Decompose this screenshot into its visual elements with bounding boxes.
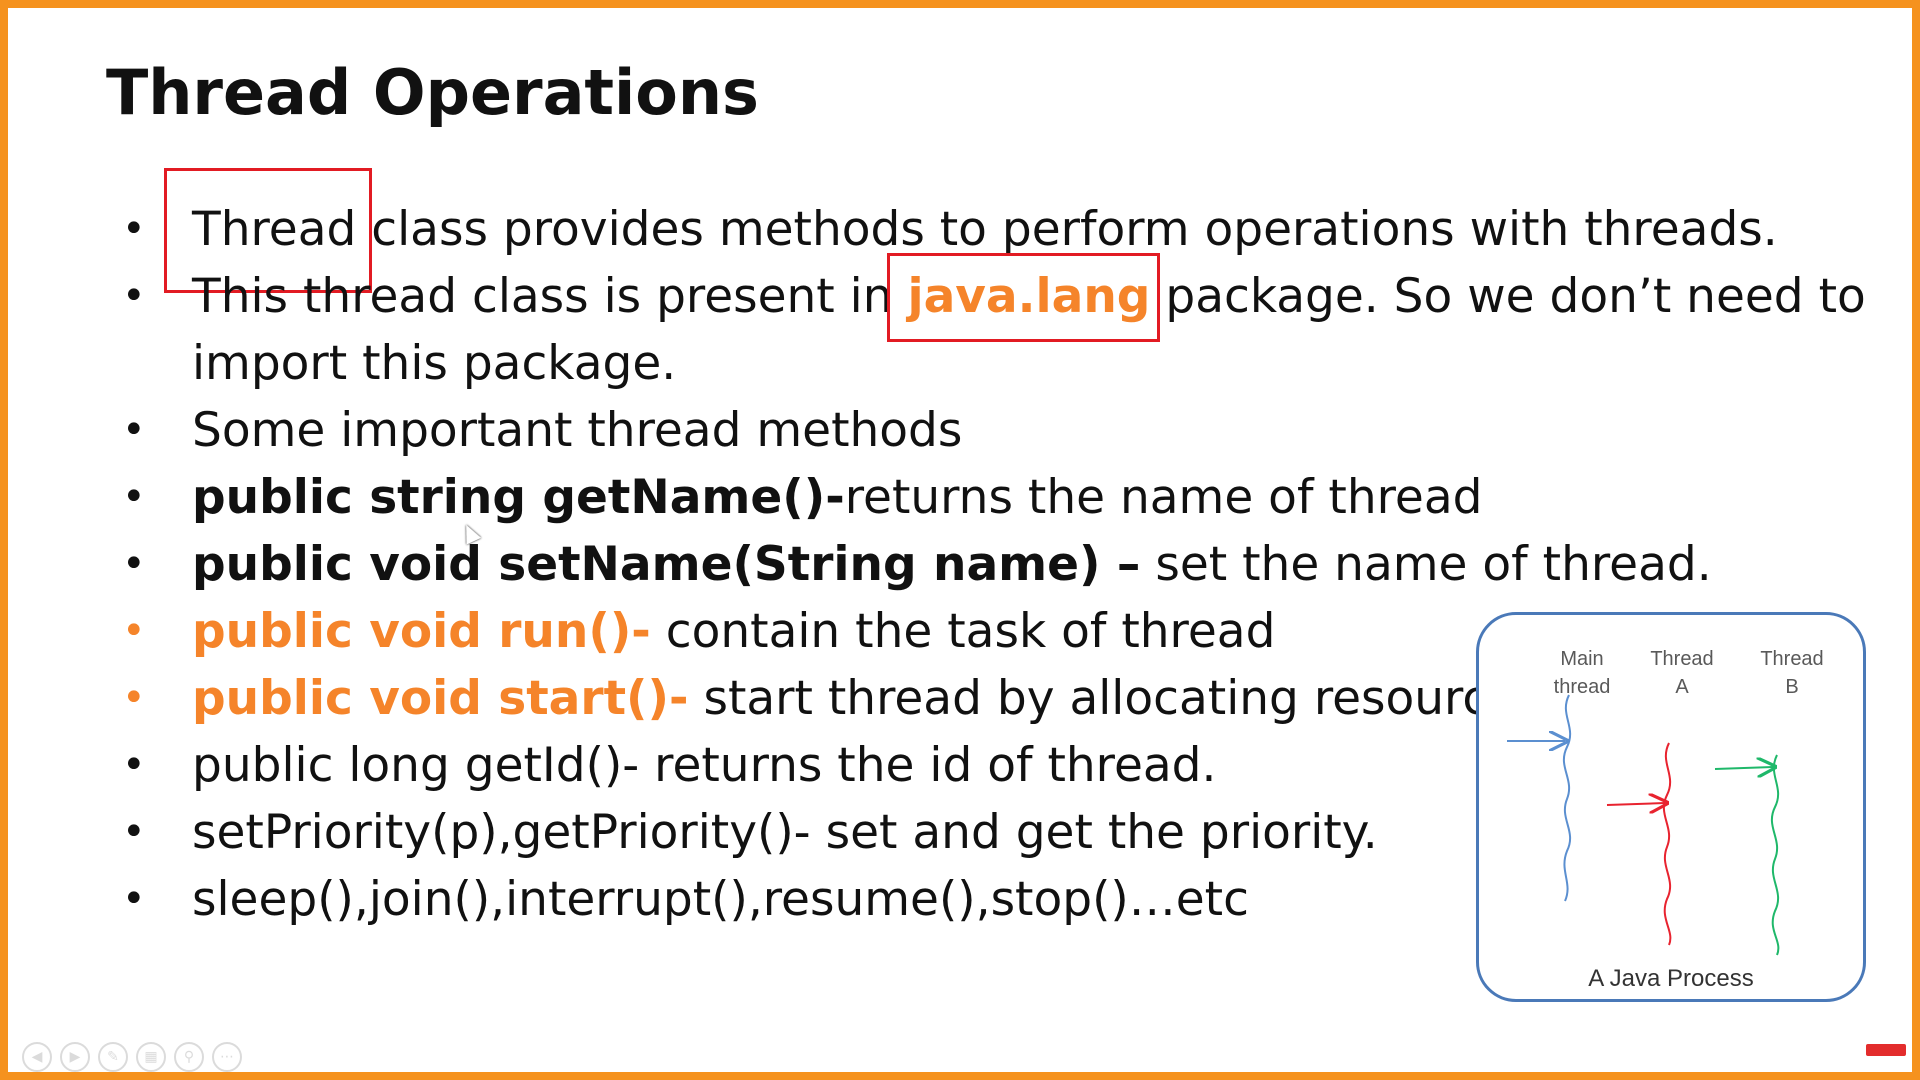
boxed-java-lang: java.lang <box>887 253 1161 342</box>
bullet-text: package. So we don’t need to <box>1150 269 1866 324</box>
bullet-text: start thread by allocating resources. <box>688 671 1557 726</box>
bullet-text: sleep(),join(),interrupt(),resume(),stop… <box>192 872 1249 927</box>
bullet-line: This thread class is present in java.lan… <box>192 253 1866 342</box>
zoom-icon[interactable]: ⚲ <box>174 1042 204 1072</box>
slideshow-toolbar: ◀ ▶ ✎ ▦ ⚲ ⋯ <box>22 1042 242 1072</box>
bullet-text: returns the name of thread <box>844 470 1483 525</box>
boxed-thread-word: Thread <box>163 168 373 293</box>
bullet-dot: • <box>122 742 146 788</box>
bullet-text: Some important thread methods <box>192 403 963 458</box>
thread-b-line <box>1770 754 1780 956</box>
thread-a-arrow <box>1606 803 1665 805</box>
slide: Thread Operations • Thread class provide… <box>16 16 1912 1072</box>
bullet-text: set the name of thread. <box>1140 537 1712 592</box>
bullet-dot: • <box>122 273 146 319</box>
next-icon[interactable]: ▶ <box>60 1042 90 1072</box>
method-signature: public void setName(String name) – <box>192 537 1141 592</box>
presentation-frame: Thread Operations • Thread class provide… <box>0 0 1920 1080</box>
bullet-text: public long getId()- returns the id of t… <box>192 738 1217 793</box>
bullet-item: • Some important thread methods <box>116 397 1816 464</box>
bullet-item: • public void setName(String name) – set… <box>116 531 1816 598</box>
diagram-caption: A Java Process <box>1588 965 1754 992</box>
prev-icon[interactable]: ◀ <box>22 1042 52 1072</box>
main-thread-line <box>1562 694 1572 902</box>
method-signature: public void run()- <box>192 604 651 659</box>
bullet-dot: • <box>122 474 146 520</box>
thread-a-line <box>1662 742 1672 946</box>
thread-lines-drawing <box>1507 694 1780 956</box>
thread-b-arrow <box>1714 767 1773 769</box>
bullet-item: • public string getName()-returns the na… <box>116 464 1816 531</box>
bullet-dot: • <box>122 876 146 922</box>
slide-title: Thread Operations <box>106 56 759 129</box>
bullet-dot: • <box>122 809 146 855</box>
bullet-dot: • <box>122 608 146 654</box>
bullet-item: • This thread class is present in java.l… <box>116 253 1866 397</box>
method-signature: public void start()- <box>192 671 689 726</box>
java-process-diagram: Main thread Thread A Thread B A Java Pro… <box>1476 612 1866 1002</box>
bullet-line-wrap: import this package. <box>192 336 677 391</box>
subscribe-badge-icon[interactable] <box>1866 1044 1906 1056</box>
slides-icon[interactable]: ▦ <box>136 1042 166 1072</box>
bullet-text: class provides methods to perform operat… <box>356 202 1778 257</box>
bullet-text: setPriority(p),getPriority()- set and ge… <box>192 805 1378 860</box>
method-signature: public string getName()- <box>192 470 845 525</box>
pen-icon[interactable]: ✎ <box>98 1042 128 1072</box>
bullet-item: • Thread class provides methods to perfo… <box>116 168 1816 293</box>
bullet-text: contain the task of thread <box>650 604 1276 659</box>
bullet-dot: • <box>122 541 146 587</box>
more-icon[interactable]: ⋯ <box>212 1042 242 1072</box>
bullet-text: This thread class is present in <box>192 269 908 324</box>
bullet-dot: • <box>122 407 146 453</box>
bullet-dot: • <box>122 206 146 252</box>
bullet-dot: • <box>122 675 146 721</box>
